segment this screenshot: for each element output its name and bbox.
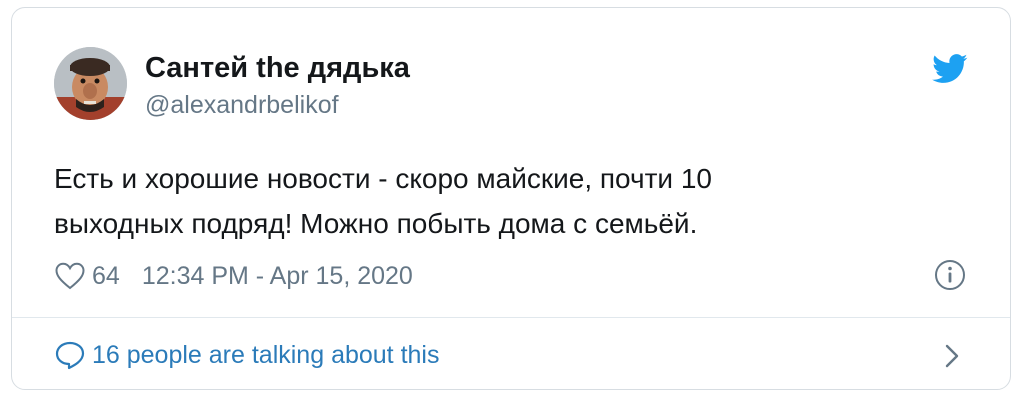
tweet-text: Есть и хорошие новости - скоро майские, … bbox=[54, 156, 954, 246]
avatar[interactable] bbox=[54, 47, 127, 120]
conversation-link[interactable]: 16 people are talking about this bbox=[54, 339, 439, 371]
conversation-label[interactable]: 16 people are talking about this bbox=[92, 341, 439, 370]
speech-bubble-icon bbox=[55, 341, 85, 370]
tweet-card[interactable]: Сантей the дядька @alexandrbelikof Есть … bbox=[11, 7, 1011, 390]
author-handle[interactable]: @alexandrbelikof bbox=[145, 90, 339, 120]
heart-icon[interactable] bbox=[54, 261, 86, 291]
divider bbox=[12, 317, 1010, 318]
twitter-bird-icon[interactable] bbox=[932, 54, 968, 84]
tweet-meta: 64 12:34 PM - Apr 15, 2020 bbox=[54, 260, 413, 292]
tweet-text-line-1: Есть и хорошие новости - скоро майские, … bbox=[54, 163, 712, 194]
chevron-right-icon[interactable] bbox=[942, 343, 962, 369]
avatar-image bbox=[54, 47, 127, 120]
tweet-text-line-2: выходных подряд! Можно побыть дома с сем… bbox=[54, 208, 698, 239]
tweet-timestamp[interactable]: 12:34 PM - Apr 15, 2020 bbox=[142, 262, 413, 291]
info-icon[interactable] bbox=[934, 259, 966, 291]
like-count[interactable]: 64 bbox=[92, 262, 120, 291]
author-display-name[interactable]: Сантей the дядька bbox=[145, 51, 410, 85]
